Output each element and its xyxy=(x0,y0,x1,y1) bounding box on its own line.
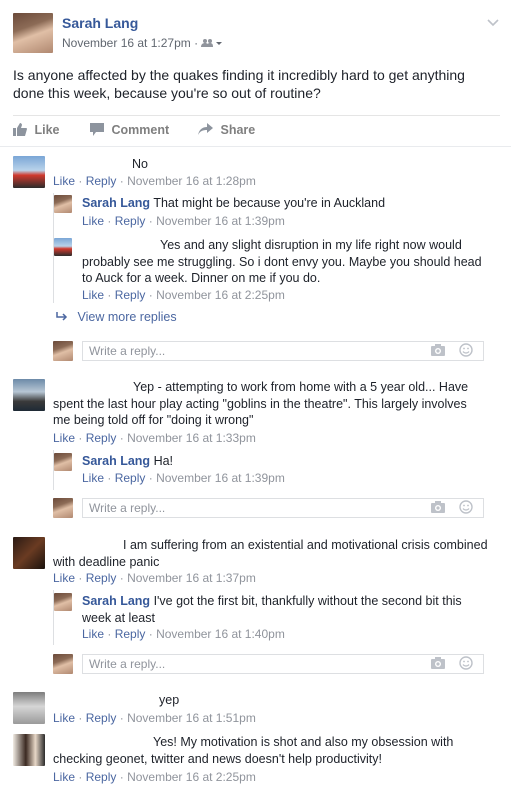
reply-input[interactable]: Write a reply... xyxy=(82,341,484,361)
audience-friends-icon[interactable] xyxy=(201,37,223,51)
reply-box-avatar xyxy=(53,498,73,518)
reply-like-link[interactable]: Like xyxy=(82,288,104,302)
comment-reply-link[interactable]: Reply xyxy=(86,711,117,725)
post-author-name[interactable]: Sarah Lang xyxy=(62,15,138,31)
reply-like-link[interactable]: Like xyxy=(82,471,104,485)
reply-time[interactable]: November 16 at 1:39pm xyxy=(156,471,285,485)
comment-action-button[interactable]: Comment xyxy=(90,123,169,139)
commenter-avatar[interactable] xyxy=(13,379,45,411)
reply-avatar[interactable] xyxy=(54,453,72,471)
comment-time[interactable]: November 16 at 1:37pm xyxy=(127,571,256,585)
view-more-replies-link[interactable]: View more replies xyxy=(56,310,177,325)
emoji-icon[interactable] xyxy=(459,500,473,517)
comment-reply-link[interactable]: Reply xyxy=(86,770,117,784)
reply: Sarah Lang Ha! xyxy=(82,453,482,470)
reply-time[interactable]: November 16 at 1:39pm xyxy=(156,214,285,228)
comment-time[interactable]: November 16 at 1:33pm xyxy=(127,431,256,445)
comments-divider xyxy=(0,146,511,147)
comment-like-link[interactable]: Like xyxy=(53,711,75,725)
reply-meta: Like · Reply · November 16 at 1:39pm xyxy=(82,471,285,485)
comment-reply-link[interactable]: Reply xyxy=(86,174,117,188)
reply-like-link[interactable]: Like xyxy=(82,214,104,228)
comment-text: No xyxy=(132,157,148,171)
reply-time[interactable]: November 16 at 1:40pm xyxy=(156,627,285,641)
post-divider xyxy=(13,115,500,116)
reply-arrow-icon xyxy=(56,311,68,325)
post-text: Is anyone affected by the quakes finding… xyxy=(13,67,465,101)
comment-text: Yep - attempting to work from home with … xyxy=(53,380,469,427)
reply: Sarah Lang That might be because you're … xyxy=(82,195,482,212)
comment-meta: Like · Reply · November 16 at 1:37pm xyxy=(53,571,256,585)
reply-author-name[interactable]: Sarah Lang xyxy=(82,196,150,210)
comment-text: Yes! My motivation is shot and also my o… xyxy=(53,735,454,766)
comment-meta: Like · Reply · November 16 at 1:51pm xyxy=(53,711,256,725)
comment-like-link[interactable]: Like xyxy=(53,571,75,585)
post-meta: November 16 at 1:27pm · xyxy=(62,36,223,51)
reply-reply-link[interactable]: Reply xyxy=(115,214,146,228)
emoji-icon[interactable] xyxy=(459,343,473,360)
camera-icon[interactable] xyxy=(431,501,445,516)
reply-box-avatar xyxy=(53,341,73,361)
comment-time[interactable]: November 16 at 1:51pm xyxy=(127,711,256,725)
reply-text: Ha! xyxy=(153,454,174,468)
comment-meta: Like · Reply · November 16 at 1:28pm xyxy=(53,174,256,188)
comment-text: I am suffering from an existential and m… xyxy=(53,538,488,569)
commenter-avatar[interactable] xyxy=(13,692,45,724)
reply-author-name[interactable]: Sarah Lang xyxy=(82,454,150,468)
comment-like-link[interactable]: Like xyxy=(53,174,75,188)
camera-icon[interactable] xyxy=(431,344,445,359)
comment-bubble-icon xyxy=(90,123,104,139)
reply-reply-link[interactable]: Reply xyxy=(115,471,146,485)
share-action-button[interactable]: Share xyxy=(198,123,255,139)
reply-meta: Like · Reply · November 16 at 2:25pm xyxy=(82,288,285,302)
thumbs-up-icon xyxy=(13,123,27,139)
reply: Sarah Lang I've got the first bit, thank… xyxy=(82,593,462,626)
post-author-avatar[interactable] xyxy=(13,13,53,53)
comment-reply-link[interactable]: Reply xyxy=(86,431,117,445)
reply-input[interactable]: Write a reply... xyxy=(82,654,484,674)
reply-reply-link[interactable]: Reply xyxy=(115,627,146,641)
comment-meta: Like · Reply · November 16 at 1:33pm xyxy=(53,431,256,445)
commenter-avatar[interactable] xyxy=(13,156,45,188)
camera-icon[interactable] xyxy=(431,657,445,672)
reply-author-name[interactable]: Sarah Lang xyxy=(82,594,150,608)
comment-text: yep xyxy=(159,693,180,707)
reply-time[interactable]: November 16 at 2:25pm xyxy=(156,288,285,302)
reply-input[interactable]: Write a reply... xyxy=(82,498,484,518)
reply-text: That might be because you're in Auckland xyxy=(153,196,386,210)
reply-meta: Like · Reply · November 16 at 1:39pm xyxy=(82,214,285,228)
comment-like-link[interactable]: Like xyxy=(53,770,75,784)
commenter-avatar[interactable] xyxy=(13,734,45,766)
reply-meta: Like · Reply · November 16 at 1:40pm xyxy=(82,627,285,641)
commenter-avatar[interactable] xyxy=(13,537,45,569)
post-options-chevron-icon[interactable] xyxy=(487,14,499,32)
reply-avatar[interactable] xyxy=(54,593,72,611)
comment-meta: Like · Reply · November 16 at 2:25pm xyxy=(53,770,256,784)
reply-like-link[interactable]: Like xyxy=(82,627,104,641)
reply-text: Yes and any slight disruption in my life… xyxy=(82,238,482,285)
like-action-button[interactable]: Like xyxy=(13,123,60,139)
post-time[interactable]: November 16 at 1:27pm xyxy=(62,36,191,50)
share-arrow-icon xyxy=(198,123,213,139)
comment-time[interactable]: November 16 at 2:25pm xyxy=(127,770,256,784)
comment-like-link[interactable]: Like xyxy=(53,431,75,445)
comment-reply-link[interactable]: Reply xyxy=(86,571,117,585)
reply-reply-link[interactable]: Reply xyxy=(115,288,146,302)
reply-box-avatar xyxy=(53,654,73,674)
reply-avatar[interactable] xyxy=(54,195,72,213)
emoji-icon[interactable] xyxy=(459,656,473,673)
reply-avatar[interactable] xyxy=(54,238,72,256)
comment-time[interactable]: November 16 at 1:28pm xyxy=(127,174,256,188)
